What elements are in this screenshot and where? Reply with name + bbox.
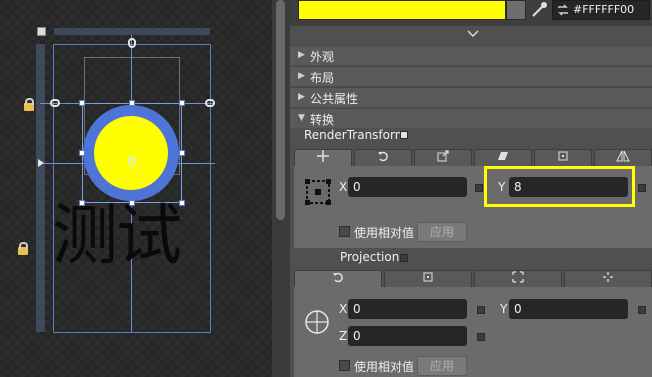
local-offset-icon xyxy=(603,272,613,282)
move-icon xyxy=(317,150,329,162)
vertical-ruler[interactable] xyxy=(36,44,45,332)
section-label: 布局 xyxy=(310,71,335,85)
projection-advanced-marker[interactable] xyxy=(400,254,408,262)
translate-icon xyxy=(305,179,331,205)
grid-corner-icon[interactable] xyxy=(37,27,46,36)
apply-button[interactable]: 应用 xyxy=(417,222,467,242)
right-margin-link-icon[interactable] xyxy=(205,99,215,107)
projection-y-field[interactable]: 0 xyxy=(509,299,628,319)
swatch-dropdown[interactable] xyxy=(506,0,526,20)
rotate-icon xyxy=(378,151,388,162)
tab-skew[interactable] xyxy=(474,149,532,167)
proj-z-label: Z xyxy=(339,329,348,343)
use-relative-label: 使用相对值 xyxy=(354,226,415,240)
proj-z-advanced-marker[interactable] xyxy=(477,333,485,341)
render-transform-label: RenderTransform xyxy=(304,128,407,142)
center-point-icon xyxy=(423,272,433,282)
color-swatch[interactable] xyxy=(298,0,506,20)
lock-icon[interactable] xyxy=(24,98,34,111)
tab-rotate[interactable] xyxy=(354,149,412,167)
chevron-down-icon[interactable] xyxy=(467,28,479,42)
flip-icon xyxy=(616,150,630,162)
center-point-icon xyxy=(558,151,568,161)
x-axis-label: X xyxy=(339,180,348,194)
resize-handle-n[interactable] xyxy=(129,100,135,106)
swap-icon[interactable] xyxy=(557,4,569,16)
expand-arrow-icon: ▶ xyxy=(298,92,305,102)
section-layout[interactable]: ▶ 布局 xyxy=(290,66,652,86)
projection-x-field[interactable]: 0 xyxy=(348,299,467,319)
tab-flip[interactable] xyxy=(594,149,652,167)
left-margin-link-icon[interactable] xyxy=(50,99,60,107)
translate-x-field[interactable]: 0 xyxy=(348,177,467,197)
crosshair-icon xyxy=(304,309,330,335)
proj-y-label: Y xyxy=(500,302,508,316)
design-canvas[interactable]: 测试 xyxy=(0,0,272,377)
collapse-bar[interactable] xyxy=(290,26,652,44)
scale-icon xyxy=(437,150,449,162)
tab-projection-rotate[interactable] xyxy=(294,270,382,288)
tab-projection-center[interactable] xyxy=(384,270,472,288)
resize-handle-nw[interactable] xyxy=(79,100,85,106)
preview-text[interactable]: 测试 xyxy=(52,196,182,276)
projection-z-field[interactable]: 0 xyxy=(348,326,467,346)
resize-handle-w[interactable] xyxy=(79,150,85,156)
y-axis-label: Y xyxy=(498,180,506,194)
hex-input[interactable]: #FFFFFF00 xyxy=(552,0,650,20)
use-relative-checkbox[interactable] xyxy=(339,226,350,237)
proj-apply-button[interactable]: 应用 xyxy=(417,356,467,376)
proj-x-label: X xyxy=(339,302,348,316)
selection-box[interactable] xyxy=(82,103,182,203)
tab-projection-global-offset[interactable] xyxy=(474,270,562,288)
horizontal-ruler[interactable] xyxy=(54,28,210,35)
eyedropper-icon[interactable] xyxy=(528,0,550,20)
tab-translate[interactable] xyxy=(294,149,352,167)
hex-value: #FFFFFF00 xyxy=(573,3,635,16)
section-common-properties[interactable]: ▶ 公共属性 xyxy=(290,87,652,107)
tab-projection-local-offset[interactable] xyxy=(564,270,652,288)
global-offset-icon xyxy=(512,271,524,283)
section-label: 转换 xyxy=(310,113,335,127)
expand-arrow-icon: ▶ xyxy=(298,50,305,60)
expand-arrow-icon: ▶ xyxy=(298,71,305,81)
section-transform[interactable]: ▼ 转换 xyxy=(290,108,652,128)
resize-handle-ne[interactable] xyxy=(179,100,185,106)
proj-use-relative-checkbox[interactable] xyxy=(339,360,350,371)
proj-y-advanced-marker[interactable] xyxy=(638,306,646,314)
tab-scale[interactable] xyxy=(414,149,472,167)
collapse-arrow-icon: ▼ xyxy=(298,113,305,123)
translate-y-field[interactable]: 8 xyxy=(509,177,628,197)
guide-arrow-icon xyxy=(38,159,44,167)
proj-use-relative-label: 使用相对值 xyxy=(354,360,415,374)
unlock-icon[interactable] xyxy=(18,242,28,255)
section-appearance[interactable]: ▶ 外观 xyxy=(290,45,652,65)
top-margin-link-icon[interactable] xyxy=(128,38,136,48)
skew-icon xyxy=(498,152,508,160)
x-advanced-marker[interactable] xyxy=(475,184,483,192)
canvas-scrollbar-thumb[interactable] xyxy=(276,0,285,220)
proj-x-advanced-marker[interactable] xyxy=(477,306,485,314)
center-point-icon[interactable] xyxy=(128,156,136,166)
projection-label: Projection xyxy=(340,250,400,264)
rotate-icon xyxy=(333,272,343,283)
y-advanced-marker[interactable] xyxy=(638,184,646,192)
section-label: 外观 xyxy=(310,50,335,64)
advanced-options-marker[interactable] xyxy=(400,131,408,139)
resize-handle-e[interactable] xyxy=(179,150,185,156)
section-label: 公共属性 xyxy=(310,92,359,106)
tab-center-point[interactable] xyxy=(534,149,592,167)
